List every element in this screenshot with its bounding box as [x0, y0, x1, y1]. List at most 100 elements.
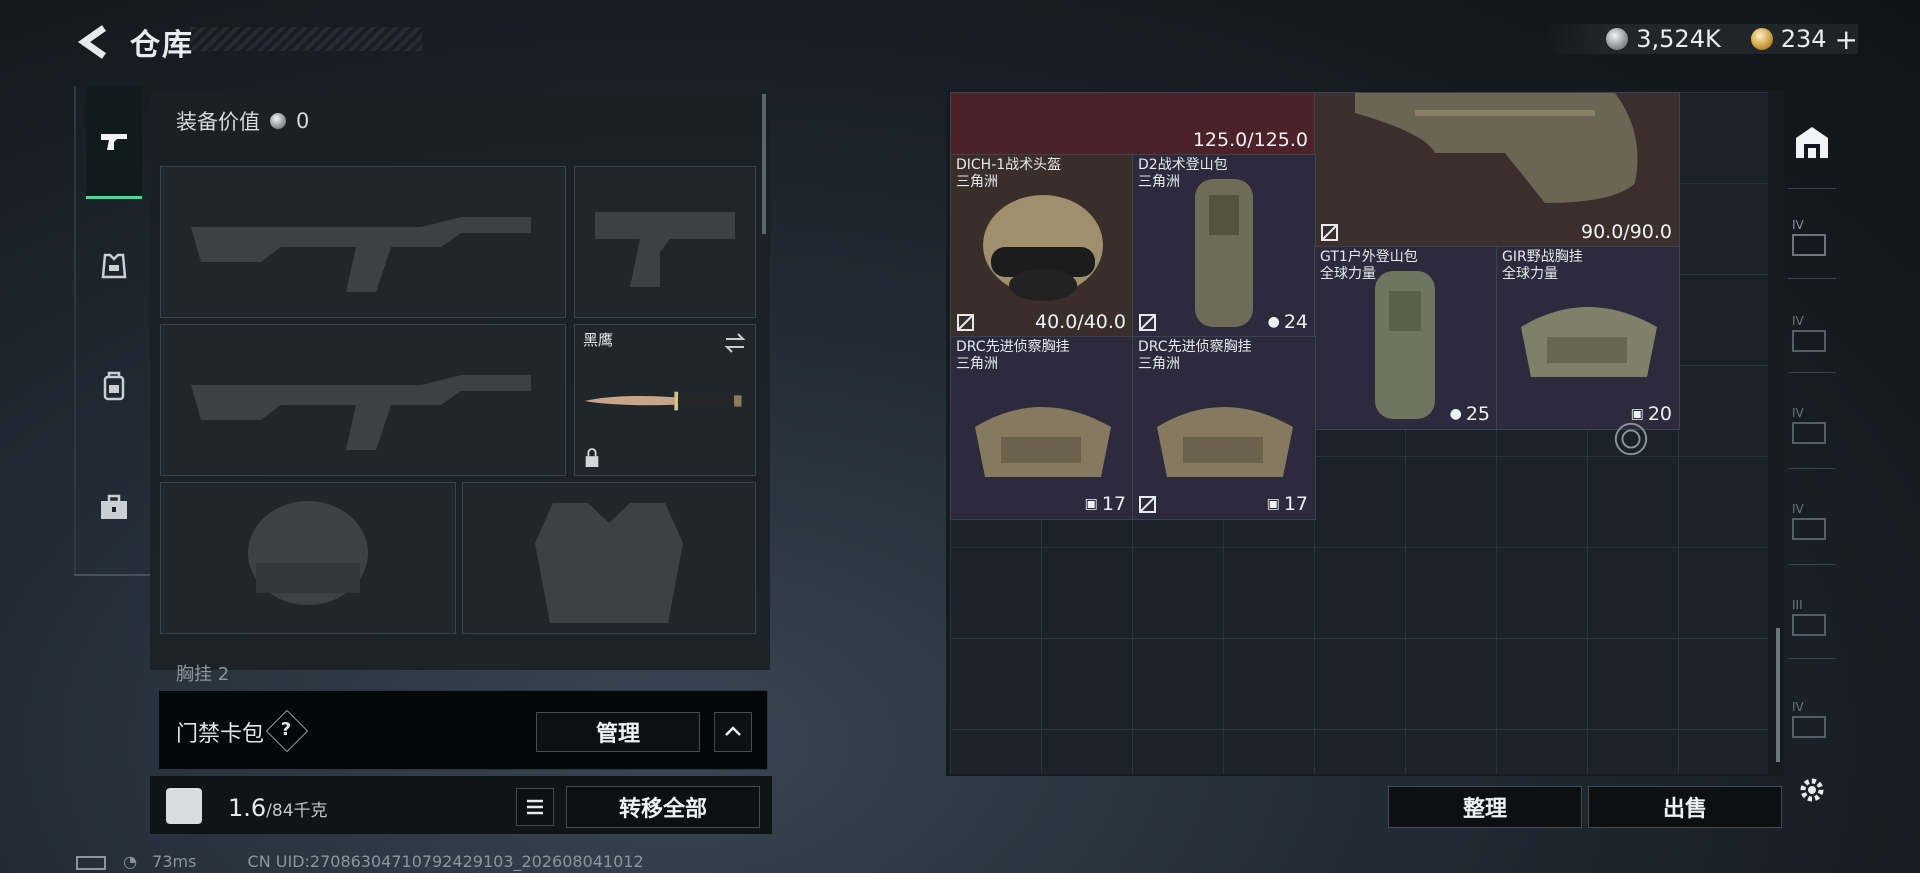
item-capacity: ● 25	[1450, 403, 1490, 425]
case-icon	[1792, 330, 1826, 352]
category-tabs	[74, 86, 152, 576]
warehouse-icon[interactable]	[1792, 122, 1832, 162]
tab-backpack[interactable]	[86, 358, 142, 414]
equipment-value-amount: 0	[296, 109, 310, 133]
tier-label: IV	[1792, 218, 1804, 232]
equipment-value: 装备价值 0	[176, 106, 309, 136]
chest-rig-section: 胸挂 2	[176, 660, 229, 686]
silver-coin-icon	[270, 113, 286, 129]
gold-coin-icon	[1750, 28, 1773, 50]
transfer-all-button[interactable]: 转移全部	[566, 786, 760, 828]
sidebar-divider	[1788, 564, 1836, 565]
equipment-scrollbar[interactable]	[762, 94, 766, 234]
chest-rig-image	[1157, 407, 1293, 477]
item-capacity: ● 24	[1268, 311, 1308, 333]
sidebar-divider	[1788, 188, 1836, 189]
tier-box-4[interactable]: IV	[1792, 502, 1832, 542]
item-durability: 125.0/125.0	[1192, 129, 1308, 151]
silver-coin-icon	[1606, 28, 1629, 50]
storage-item-gir-chest-rig[interactable]: GIR野战胸挂 全球力量 ▣ 20	[1496, 246, 1680, 430]
chest-rig-image	[975, 407, 1111, 477]
primary-weapon-slot[interactable]	[160, 166, 566, 318]
tier-box-5[interactable]: III	[1792, 598, 1832, 638]
knife-icon	[584, 391, 742, 411]
tier-box-3[interactable]: IV	[1792, 406, 1832, 446]
user-id: CN UID:27086304710792429103_202608041012	[247, 852, 644, 871]
sell-button[interactable]: 出售	[1588, 786, 1782, 828]
tier-box-2[interactable]: IV	[1792, 314, 1832, 354]
tab-case[interactable]	[86, 480, 142, 536]
back-arrow-icon[interactable]	[74, 22, 110, 62]
lock-icon	[585, 448, 599, 467]
no-insure-icon	[1139, 496, 1156, 513]
title-decoration	[190, 27, 422, 51]
silver-amount: 3,524K	[1636, 25, 1721, 53]
pistol-icon	[101, 134, 127, 150]
melee-slot[interactable]: 黑鹰	[574, 324, 756, 476]
tactical-helmet-image	[983, 195, 1103, 301]
storage-item-gt1-backpack[interactable]: GT1户外登山包 全球力量 ● 25	[1314, 246, 1498, 430]
vest-small-icon: ▣	[1266, 496, 1280, 512]
list-view-button[interactable]	[516, 788, 554, 826]
bag-icon: ●	[1449, 406, 1462, 422]
page-title: 仓库	[130, 28, 194, 63]
case-icon	[1792, 518, 1826, 540]
weight-icon	[166, 788, 202, 824]
rifle-silhouette-icon	[191, 217, 531, 292]
item-capacity: ▣ 17	[1085, 493, 1126, 515]
no-insure-icon	[957, 314, 974, 331]
tab-helmet-armor[interactable]	[86, 238, 142, 294]
tier-label: IV	[1792, 406, 1804, 420]
armor-durability: 90.0/90.0	[1580, 221, 1672, 243]
melee-item-name: 黑鹰	[583, 331, 614, 349]
bag-icon: ●	[1267, 314, 1280, 330]
backpack-image	[1375, 271, 1435, 419]
tab-weapons[interactable]	[86, 86, 142, 199]
storage-item-helmet[interactable]: DICH-1战术头盔 三角洲 40.0/40.0	[950, 154, 1134, 338]
armor-slot[interactable]	[462, 482, 756, 634]
storage-item-armor-top[interactable]: 125.0/125.0	[950, 92, 1316, 156]
tier-box-6[interactable]: IV	[1792, 700, 1832, 740]
swap-icon[interactable]	[723, 331, 747, 355]
sort-button[interactable]: 整理	[1388, 786, 1582, 828]
case-icon	[1792, 614, 1826, 636]
help-text: ?	[280, 719, 292, 740]
settings-gear-icon[interactable]	[1796, 774, 1828, 806]
storage-item-drc-chest-rig-2[interactable]: DRC先进侦察胸挂 三角洲 ▣ 17	[1132, 336, 1316, 520]
status-bar: ◔ 73ms CN UID:27086304710792429103_20260…	[76, 852, 644, 871]
storage-item-d2-backpack[interactable]: D2战术登山包 三角洲 ● 24	[1132, 154, 1316, 338]
sidebar-divider	[1788, 658, 1836, 659]
case-icon	[1792, 234, 1826, 256]
case-icon	[1792, 422, 1826, 444]
sidebar-divider	[1788, 372, 1836, 373]
storage-sidebar: IV IV IV IV III IV	[1780, 90, 1844, 776]
tier-label: III	[1792, 598, 1803, 612]
tier-label: IV	[1792, 502, 1804, 516]
keycard-label: 门禁卡包	[176, 722, 265, 747]
manage-button[interactable]: 管理	[536, 712, 700, 752]
weight-max: /84千克	[266, 801, 328, 821]
storage-item-body-armor[interactable]: 90.0/90.0	[1314, 92, 1680, 248]
tabs-divider	[74, 574, 150, 576]
collapse-button[interactable]	[714, 712, 752, 752]
backpack-image	[1195, 179, 1253, 327]
weight-current: 1.6	[228, 794, 267, 822]
secondary-weapon-slot[interactable]	[160, 324, 566, 476]
pistol-slot[interactable]	[574, 166, 756, 318]
armor-icon	[101, 253, 127, 279]
chevron-up-icon	[725, 726, 741, 736]
currency-display: 3,524K 234 +	[1546, 23, 1858, 56]
item-value: 17	[1101, 493, 1126, 515]
list-icon	[527, 799, 543, 815]
storage-item-drc-chest-rig-1[interactable]: DRC先进侦察胸挂 三角洲 ▣ 17	[950, 336, 1134, 520]
rifle-silhouette-icon	[191, 375, 531, 450]
tier-box-1[interactable]: IV	[1792, 218, 1832, 258]
target-marker-icon	[1614, 422, 1648, 456]
helmet-slot[interactable]	[160, 482, 456, 634]
item-value: 20	[1647, 403, 1672, 425]
tier-label: IV	[1792, 314, 1804, 328]
chest-rig-label: 胸挂	[176, 664, 212, 685]
item-value: 25	[1465, 403, 1490, 425]
battery-icon	[76, 855, 106, 870]
add-gold-button[interactable]: +	[1835, 23, 1858, 56]
